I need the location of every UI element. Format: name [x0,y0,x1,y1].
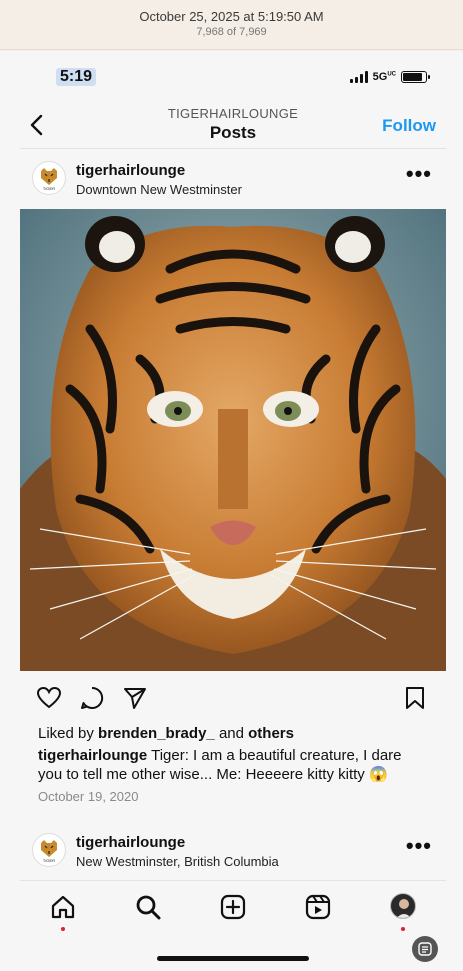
more-options-icon[interactable]: ••• [406,163,432,185]
profile-notification-dot [401,927,405,931]
tiger-logo-icon: TIGER [41,168,57,191]
more-options-icon[interactable]: ••• [406,835,432,857]
post-location[interactable]: Downtown New Westminster [76,182,242,197]
post-username[interactable]: tigerhairlounge [76,834,185,851]
post-actions-bar [20,681,446,715]
likes-summary[interactable]: Liked by brenden_brady_ and others [38,725,294,742]
photo-viewer-header: October 25, 2025 at 5:19:50 AM 7,968 of … [0,0,463,50]
status-icons: 5GUC [349,71,430,83]
post-caption: tigerhairlounge Tiger: I am a beautiful … [38,746,428,784]
status-bar: 5:19 5GUC [0,51,463,103]
follow-button[interactable]: Follow [382,116,436,136]
bookmark-icon[interactable] [402,685,428,711]
search-icon[interactable] [134,893,162,921]
create-post-icon[interactable] [219,893,247,921]
post-username[interactable]: tigerhairlounge [76,162,185,179]
bottom-tab-bar [20,880,446,934]
battery-icon [401,71,430,83]
avatar[interactable]: TIGER [32,833,66,867]
phone-screen: 5:19 5GUC TIGERHAIRLOUNGE Posts Follow T… [0,51,463,971]
photo-count: 7,968 of 7,969 [196,26,267,38]
post-image-tiger[interactable] [20,209,446,671]
profile-avatar-icon[interactable] [390,893,416,919]
home-indicator[interactable] [157,956,309,961]
tiger-photo [20,209,446,671]
post-header: TIGER tigerhairlounge Downtown New Westm… [20,151,446,207]
heart-icon[interactable] [36,685,62,711]
status-time: 5:19 [56,68,97,86]
navigation-bar: TIGERHAIRLOUNGE Posts Follow [20,103,446,149]
signal-icon [349,71,368,83]
svg-text:TIGER: TIGER [43,858,55,863]
next-post-header: TIGER tigerhairlounge New Westminster, B… [20,823,446,879]
screenshot-tools-icon[interactable] [412,936,438,962]
network-label: 5GUC [372,71,396,83]
reels-icon[interactable] [304,893,332,921]
post-date: October 19, 2020 [38,789,139,804]
comment-icon[interactable] [79,685,105,711]
home-icon[interactable] [49,893,77,921]
tiger-logo-icon: TIGER [41,840,57,863]
avatar[interactable]: TIGER [32,161,66,195]
photo-date: October 25, 2025 at 5:19:50 AM [139,9,324,24]
post-location[interactable]: New Westminster, British Columbia [76,854,279,869]
svg-text:TIGER: TIGER [43,186,55,191]
share-icon[interactable] [122,685,148,711]
home-notification-dot [61,927,65,931]
liked-by-user: brenden_brady_ [98,725,215,742]
caption-username[interactable]: tigerhairlounge [38,747,147,764]
